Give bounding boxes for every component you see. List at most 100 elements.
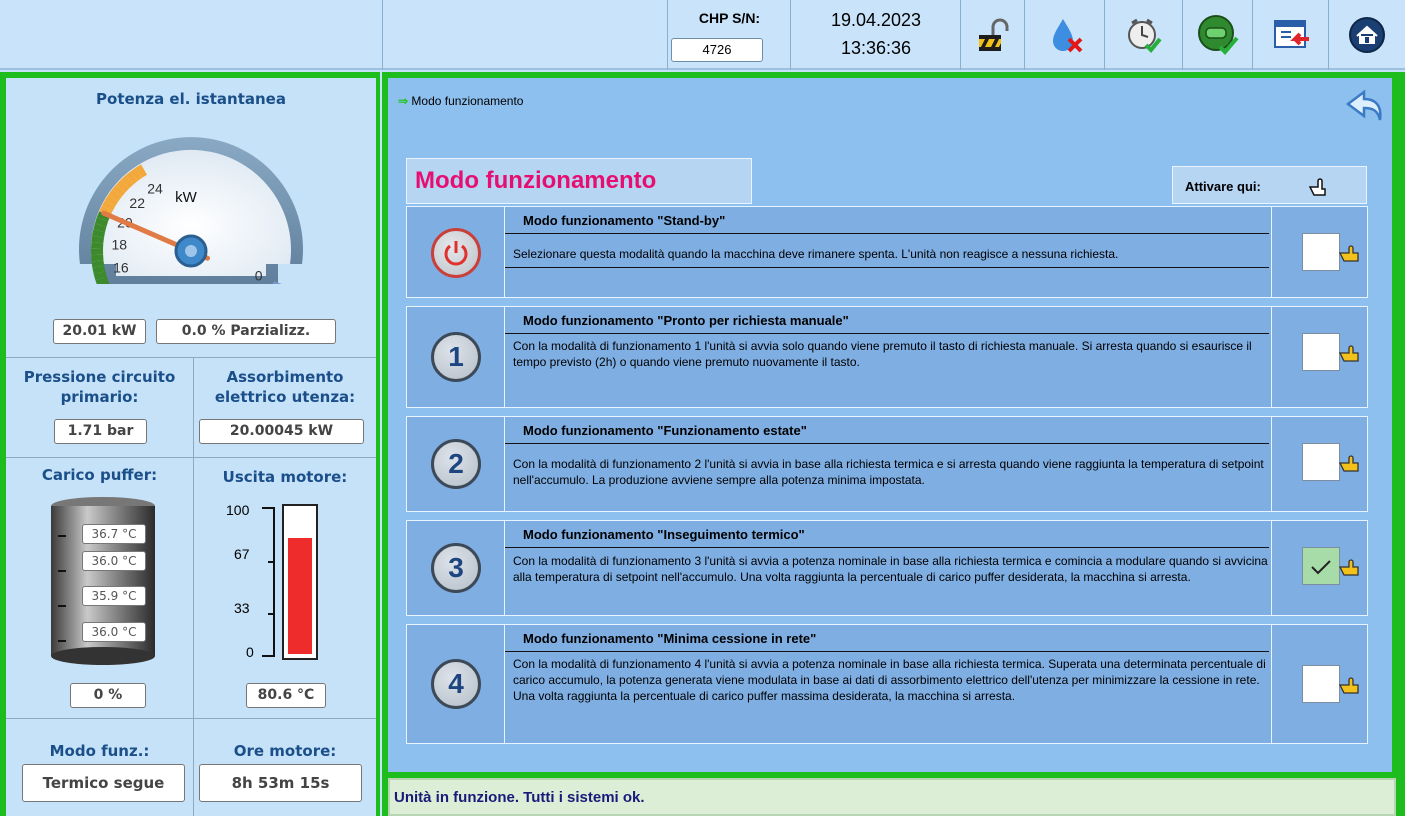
pointer-hand-icon [1338, 345, 1359, 362]
pointer-hand-icon [1338, 245, 1359, 262]
activate-cell [1271, 417, 1367, 511]
right-frame: ⇒ Modo funzionamento Modo funzionamento … [382, 72, 1405, 816]
gauge-arc-segment [272, 281, 282, 284]
mode-heading: Modo funzionamento "Minima cessione in r… [523, 631, 817, 646]
water-drop-error-icon [1052, 19, 1082, 53]
engine-temp-fill [288, 538, 312, 654]
mode-description: Con la modalità di funzionamento 4 l'uni… [513, 657, 1266, 703]
mode-row-summer: 2 Modo funzionamento "Funzionamento esta… [406, 416, 1368, 512]
mode-icon-cell [407, 207, 505, 297]
buffer-load-value: 0 % [70, 683, 146, 708]
timer-status-button[interactable] [1104, 0, 1182, 70]
alarm-clock-ok-icon [1127, 18, 1162, 53]
pointing-hand-icon [1308, 178, 1326, 196]
serial-value: 4726 [671, 38, 763, 62]
mode-heading: Modo funzionamento "Pronto per richiesta… [523, 313, 849, 328]
divider [6, 718, 376, 719]
checkmark-icon [1311, 560, 1331, 575]
engine-hours-title: Ore motore: [233, 742, 337, 760]
engine-scale-100: 100 [226, 502, 250, 518]
number-3-icon: 3 [431, 543, 481, 593]
mode-value: Termico segue [22, 764, 185, 802]
date-display: 19.04.2023 [830, 10, 922, 30]
activate-cell [1271, 307, 1367, 407]
divider [505, 267, 1269, 268]
breadcrumb-arrow-icon: ⇒ [398, 94, 409, 108]
mode-1-checkbox[interactable] [1302, 333, 1340, 371]
power-icon [431, 228, 481, 278]
partial-load-value: 0.0 % Parzializz. [156, 319, 336, 344]
exit-window-button[interactable] [1252, 0, 1328, 70]
divider [505, 651, 1269, 652]
left-status-panel: Potenza el. istantanea 02468101214161820… [6, 78, 376, 816]
status-bar: Unità in funzione. Tutti i sistemi ok. [388, 778, 1396, 816]
pressure-value: 1.71 bar [54, 419, 147, 444]
pointer-hand-icon [1338, 559, 1359, 576]
window-exit-icon [1273, 20, 1309, 48]
activate-cell [1271, 625, 1367, 743]
divider [505, 443, 1269, 444]
time-display: 13:36:36 [840, 38, 912, 58]
power-value: 20.01 kW [53, 319, 146, 344]
buffer-temp-bottom: 36.0 °C [82, 622, 146, 642]
divider [505, 333, 1269, 334]
datetime-panel: 19.04.2023 13:36:36 [790, 0, 960, 70]
gauge-arc-segment [91, 242, 104, 249]
mode-description: Selezionare questa modalità quando la ma… [513, 247, 1119, 261]
absorption-title-line1: Assorbimento [226, 368, 344, 386]
power-title: Potenza el. istantanea [96, 90, 286, 108]
mode-heading: Modo funzionamento "Funzionamento estate… [523, 423, 807, 438]
left-frame: Potenza el. istantanea 02468101214161820… [0, 72, 380, 816]
gauge-tick-label: 22 [129, 195, 145, 211]
pointer-hand-icon [1338, 455, 1359, 472]
divider [505, 233, 1269, 234]
pressure-title-line1: Pressione circuito [23, 368, 176, 386]
serial-label: CHP S/N: [698, 10, 761, 26]
mode-description: Con la modalità di funzionamento 1 l'uni… [513, 339, 1252, 369]
buffer-temp-top: 36.7 °C [82, 524, 146, 544]
mode-icon-cell: 3 [407, 521, 505, 615]
mode-title-box: Modo funzionamento [406, 158, 752, 204]
engine-temp-bar [282, 504, 318, 660]
mode-icon-cell: 2 [407, 417, 505, 511]
mode-panel: ⇒ Modo funzionamento Modo funzionamento … [388, 78, 1392, 772]
mode-4-checkbox[interactable] [1302, 665, 1340, 703]
breadcrumb[interactable]: ⇒ Modo funzionamento [398, 94, 523, 108]
engine-output-value: 80.6 °C [246, 683, 326, 708]
buffer-temp-upper: 36.0 °C [82, 551, 146, 571]
home-button[interactable] [1328, 0, 1405, 70]
mode-heading: Modo funzionamento "Stand-by" [523, 213, 726, 228]
water-status-button[interactable] [1024, 0, 1104, 70]
mode-icon-cell: 4 [407, 625, 505, 743]
home-icon [1349, 17, 1385, 53]
back-arrow-icon[interactable] [1342, 86, 1386, 126]
topbar-blank-mid [382, 0, 667, 70]
mode-heading: Modo funzionamento "Inseguimento termico… [523, 527, 805, 542]
divider [6, 357, 376, 358]
activate-header: Attivare qui: [1172, 166, 1367, 204]
power-gauge: 024681012141618202224 kW [79, 137, 303, 284]
engine-scale-67: 67 [234, 546, 250, 562]
absorption-title-line2: elettrico utenza: [214, 388, 356, 406]
mode-row-min-grid: 4 Modo funzionamento "Minima cessione in… [406, 624, 1368, 744]
divider [505, 547, 1269, 548]
mode-3-checkbox[interactable] [1302, 547, 1340, 585]
mode-standby-checkbox[interactable] [1302, 233, 1340, 271]
mode-icon-cell: 1 [407, 307, 505, 407]
mode-row-thermal: 3 Modo funzionamento "Inseguimento termi… [406, 520, 1368, 616]
engine-hours-value: 8h 53m 15s [199, 764, 362, 802]
lock-button[interactable] [960, 0, 1024, 70]
mode-description: Con la modalità di funzionamento 2 l'uni… [513, 457, 1264, 487]
number-2-icon: 2 [431, 439, 481, 489]
engine-scale-33: 33 [234, 600, 250, 616]
gauge-unit: kW [175, 189, 198, 206]
mode-title: Modo funz.: [49, 742, 150, 760]
mode-2-checkbox[interactable] [1302, 443, 1340, 481]
topbar-blank-left [0, 0, 382, 70]
divider [6, 457, 376, 458]
engine-status-button[interactable] [1182, 0, 1252, 70]
buffer-temp-lower: 35.9 °C [82, 586, 146, 606]
mode-description: Con la modalità di funzionamento 3 l'uni… [513, 554, 1268, 584]
number-4-icon: 4 [431, 659, 481, 709]
gauge-tick-label: 16 [113, 260, 129, 276]
